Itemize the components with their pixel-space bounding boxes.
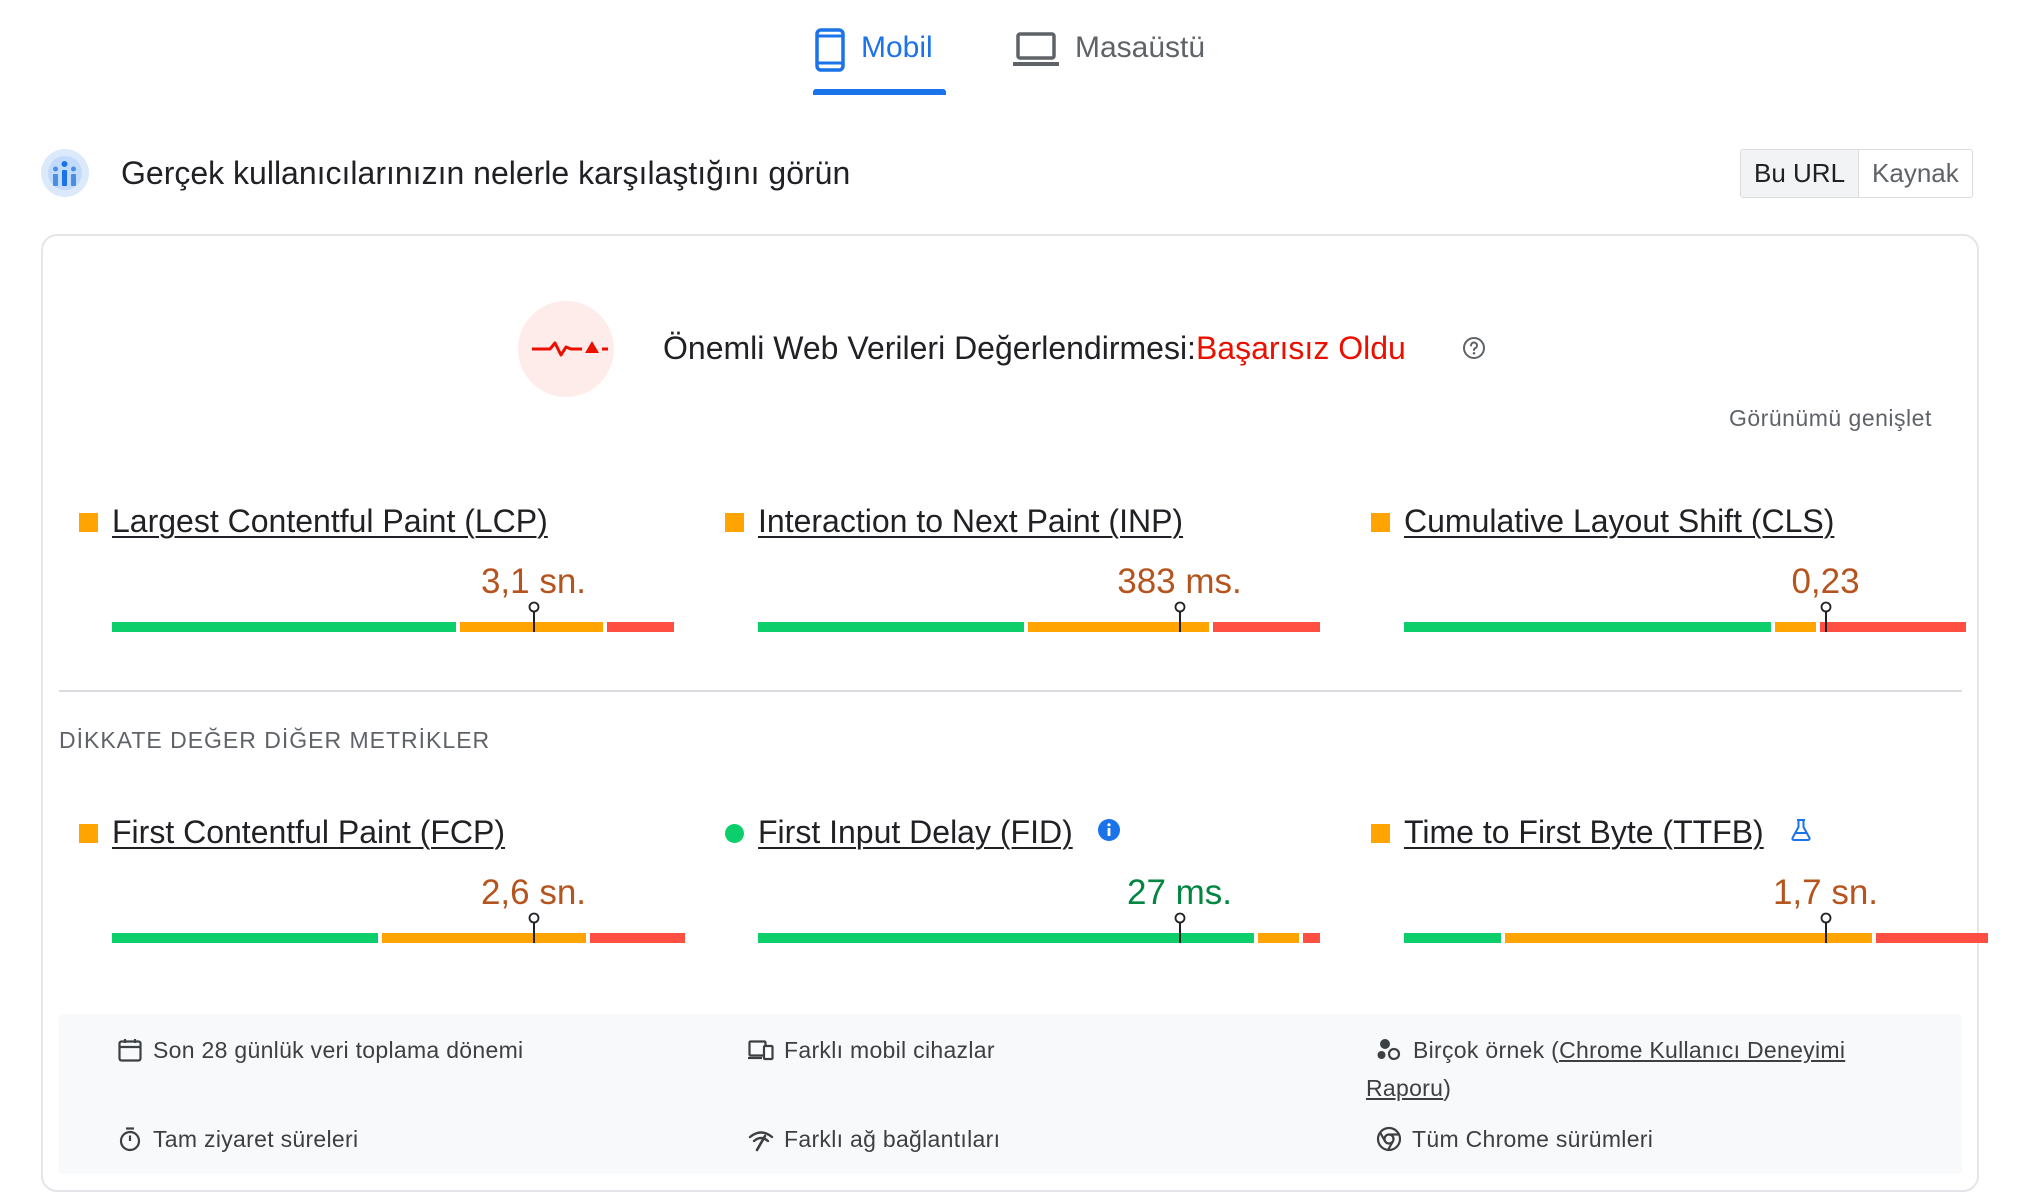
poor-segment [1303, 933, 1320, 943]
poor-segment [606, 622, 674, 632]
metric-value: 3,1 sn. [480, 562, 587, 601]
info-networks-text: Farklı ağ bağlantıları [784, 1126, 1001, 1152]
good-circle-icon [725, 824, 744, 843]
metric-cls: Cumulative Layout Shift (CLS) 0,23 [1371, 493, 1966, 633]
poor-segment [589, 933, 686, 943]
info-devices-text: Farklı mobil cihazlar [784, 1037, 995, 1063]
assessment-title: Önemli Web Verileri Değerlendirmesi:Başa… [663, 327, 1406, 369]
calendar-icon [118, 1039, 142, 1062]
poor-segment [1819, 622, 1966, 632]
info-samples-prefix: Birçok örnek ( [1413, 1037, 1560, 1063]
p75-marker [1820, 912, 1831, 943]
other-metrics-heading: DİKKATE DEĞER DİĞER METRİKLER [59, 727, 491, 753]
section-divider [59, 690, 1962, 692]
metric-value: 383 ms. [1117, 562, 1242, 601]
info-icon[interactable] [1097, 818, 1121, 842]
metric-fid: First Input Delay (FID) 27 ms. [725, 804, 1320, 944]
metric-fcp: First Contentful Paint (FCP) 2,6 sn. [79, 804, 686, 944]
network-signal-icon [748, 1131, 774, 1152]
page-title: Gerçek kullanıcılarınızın nelerle karşıl… [121, 155, 851, 191]
active-tab-indicator [813, 89, 946, 95]
tab-desktop-label: Masaüstü [1075, 31, 1206, 64]
info-networks: Farklı ağ bağlantıları [748, 1120, 1000, 1158]
info-samples-suffix: ) [1443, 1075, 1452, 1101]
distribution-bar [112, 622, 674, 632]
devices-icon [748, 1040, 774, 1061]
p75-marker [1174, 912, 1185, 943]
metric-name[interactable]: First Input Delay (FID) [758, 810, 1073, 854]
chrome-logo-icon [1376, 1126, 1402, 1152]
tab-desktop[interactable]: Masaüstü [1013, 22, 1205, 96]
distribution-bar [1404, 933, 1989, 943]
info-chrome: Tüm Chrome sürümleri [1376, 1120, 1653, 1158]
metric-name[interactable]: First Contentful Paint (FCP) [112, 810, 505, 854]
metric-inp: Interaction to Next Paint (INP) 383 ms. [725, 493, 1320, 633]
good-segment [112, 622, 457, 632]
crux-logo-icon [41, 149, 89, 197]
info-period-text: Son 28 günlük veri toplama dönemi [153, 1037, 524, 1063]
assessment-label: Önemli Web Verileri Değerlendirmesi: [663, 330, 1196, 366]
smartphone-icon [815, 28, 845, 72]
metric-name[interactable]: Time to First Byte (TTFB) [1404, 810, 1764, 854]
p75-marker [1174, 601, 1185, 632]
info-chrome-text: Tüm Chrome sürümleri [1412, 1126, 1654, 1152]
needs-improvement-square-icon [79, 824, 98, 843]
distribution-bar [758, 933, 1320, 943]
metric-value: 27 ms. [1126, 873, 1233, 912]
needs-improvement-segment [1258, 933, 1300, 943]
url-origin-toggle: Bu URL Kaynak [1740, 149, 1973, 198]
failed-pulse-icon [532, 341, 608, 357]
info-samples: Birçok örnek (Chrome Kullanıcı Deneyimi R… [1366, 1031, 1966, 1107]
info-devices: Farklı mobil cihazlar [748, 1031, 995, 1069]
p75-marker [1820, 601, 1831, 632]
good-segment [1404, 933, 1502, 943]
metric-lcp: Largest Contentful Paint (LCP) 3,1 sn. [79, 493, 674, 633]
crux-report-link[interactable]: Chrome Kullanıcı Deneyimi [1559, 1037, 1845, 1063]
needs-improvement-segment [1774, 622, 1816, 632]
metric-value: 2,6 sn. [480, 873, 587, 912]
needs-improvement-square-icon [725, 513, 744, 532]
info-period: Son 28 günlük veri toplama dönemi [117, 1031, 523, 1069]
toggle-origin[interactable]: Kaynak [1859, 150, 1972, 197]
laptop-icon [1013, 32, 1059, 66]
expand-view-link[interactable]: Görünümü genişlet [1729, 403, 1932, 433]
needs-improvement-segment [1505, 933, 1873, 943]
metric-name[interactable]: Cumulative Layout Shift (CLS) [1404, 499, 1834, 543]
metric-value: 1,7 sn. [1772, 873, 1879, 912]
metric-ttfb: Time to First Byte (TTFB) 1,7 sn. [1371, 804, 1989, 944]
distribution-bar [112, 933, 686, 943]
needs-improvement-square-icon [1371, 513, 1390, 532]
stopwatch-icon [119, 1127, 141, 1152]
needs-improvement-square-icon [79, 513, 98, 532]
info-durations-text: Tam ziyaret süreleri [153, 1126, 359, 1152]
p75-marker [528, 601, 539, 632]
p75-marker [528, 912, 539, 943]
metric-name[interactable]: Largest Contentful Paint (LCP) [112, 499, 548, 543]
distribution-bar [758, 622, 1320, 632]
info-durations: Tam ziyaret süreleri [117, 1120, 358, 1158]
poor-segment [1876, 933, 1989, 943]
good-segment [112, 933, 378, 943]
assessment-status: Başarısız Oldu [1195, 330, 1406, 366]
distribution-bar [1404, 622, 1966, 632]
assessment-badge [518, 301, 614, 397]
good-segment [758, 622, 1024, 632]
experimental-flask-icon[interactable] [1789, 818, 1813, 842]
metric-value: 0,23 [1791, 562, 1860, 601]
poor-segment [1213, 622, 1320, 632]
help-icon[interactable] [1462, 336, 1486, 360]
tab-mobile-label: Mobil [861, 31, 933, 64]
toggle-this-url[interactable]: Bu URL [1741, 150, 1860, 197]
tab-mobile[interactable]: Mobil [815, 22, 933, 96]
needs-improvement-square-icon [1371, 824, 1390, 843]
needs-improvement-segment [381, 933, 586, 943]
crux-report-link-continued[interactable]: Raporu [1366, 1075, 1443, 1101]
metric-name[interactable]: Interaction to Next Paint (INP) [758, 499, 1183, 543]
samples-dots-icon [1377, 1039, 1401, 1061]
good-segment [1404, 622, 1771, 632]
